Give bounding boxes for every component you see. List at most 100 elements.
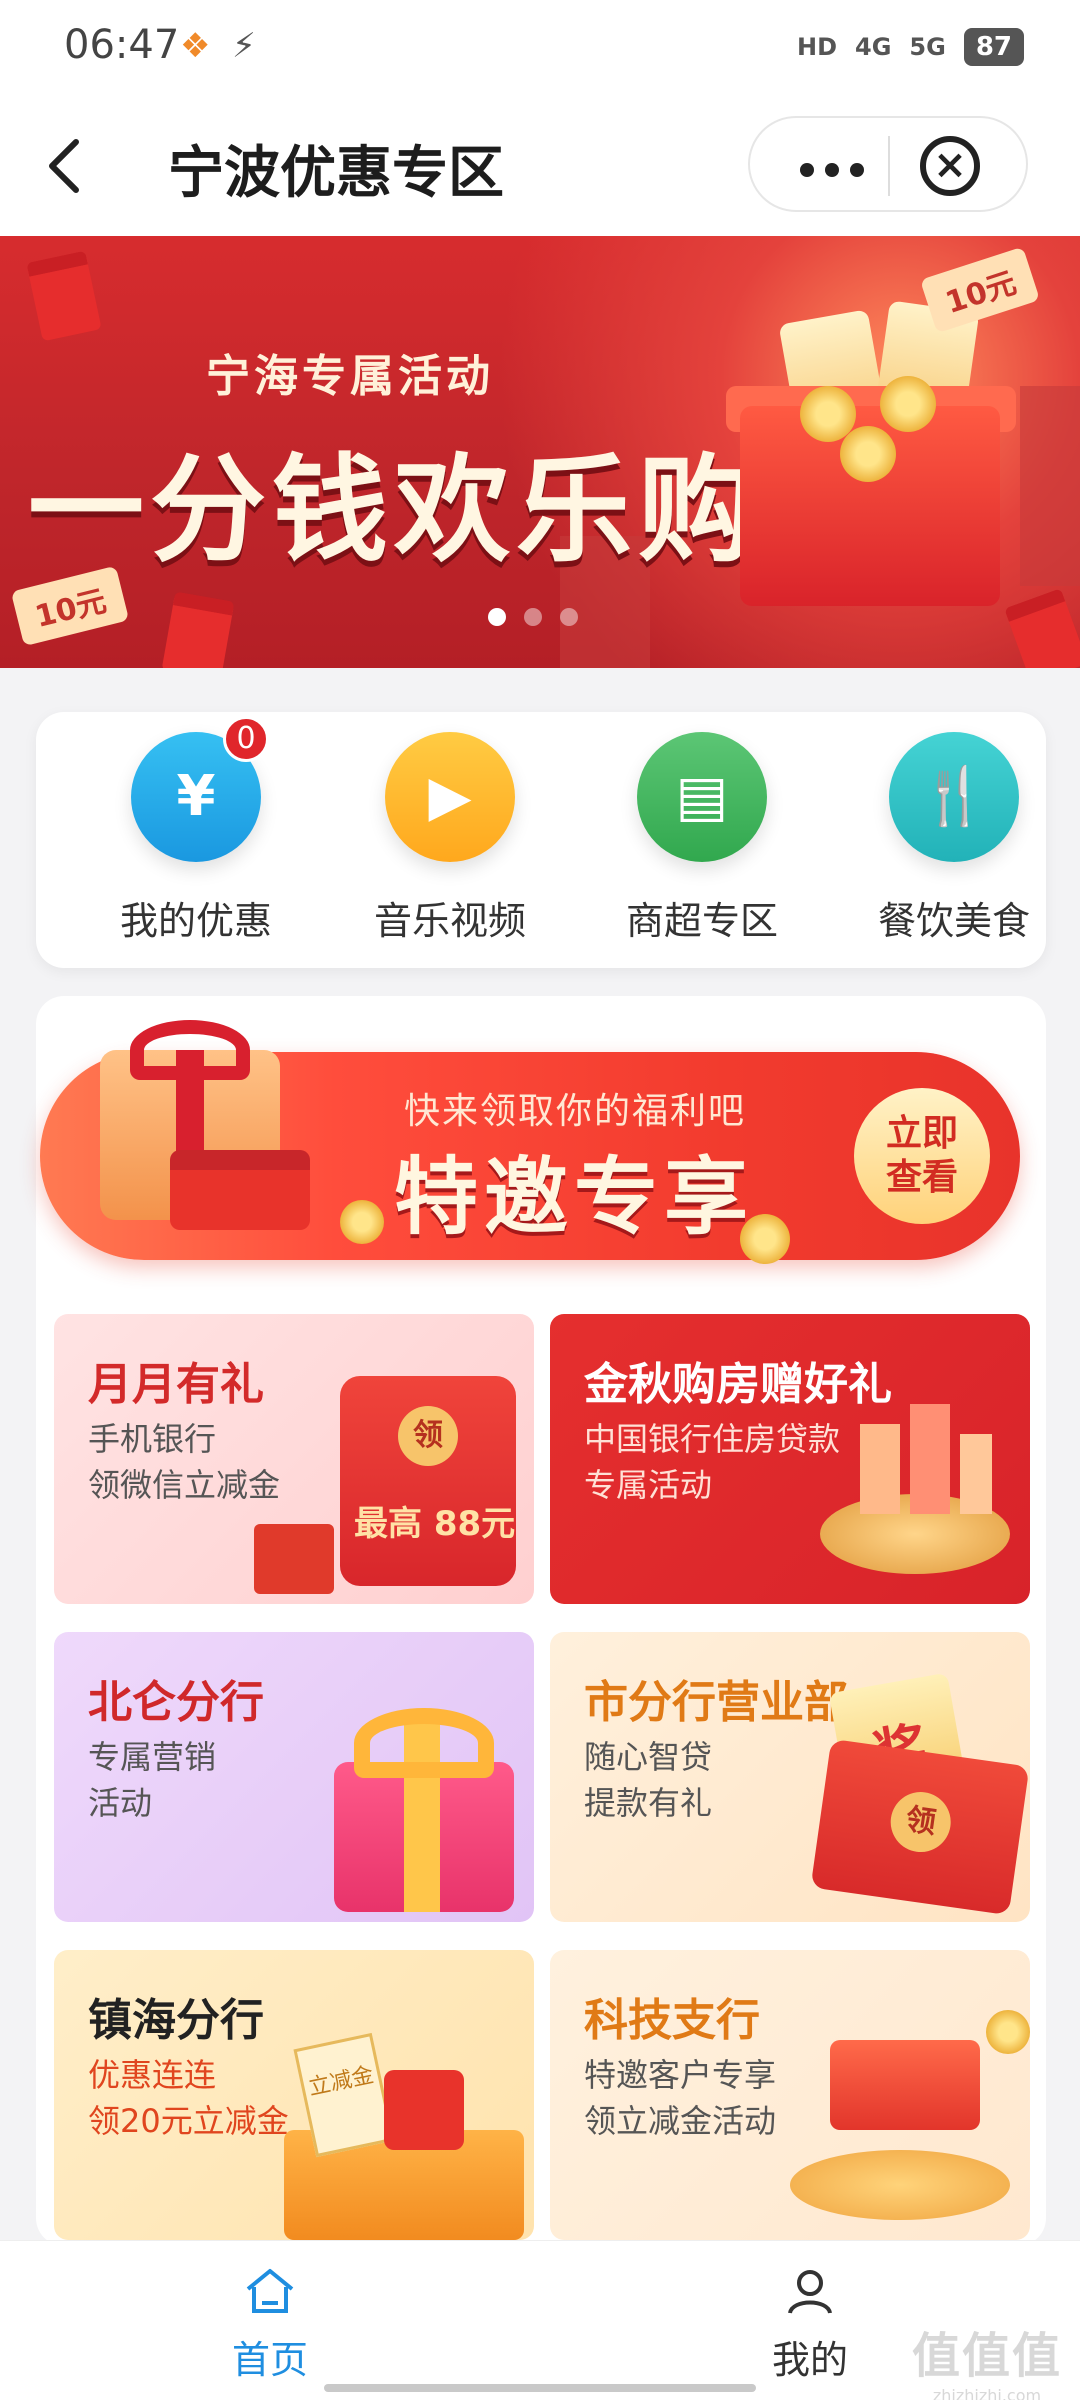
tile-subtitle: 手机银行 [88,1420,217,1458]
nav-item-home[interactable]: 首页 [170,2263,370,2384]
back-button[interactable] [44,126,104,206]
red-envelope-decoration: 领 [810,1738,1030,1916]
red-envelope-decoration [170,1150,310,1230]
pagination-dot [488,608,506,626]
fork-symbol: 🍴 [919,764,989,829]
status-time: 06:47 [64,22,180,68]
pagination-dot [524,608,542,626]
site-watermark: 值值值 zhizhizhi.com [912,2316,1062,2400]
view-now-label: 查看 [885,1157,958,1198]
category-dining[interactable]: 🍴 餐饮美食 [854,732,1054,945]
tile-title: 金秋购房赠好礼 [584,1359,892,1410]
invite-title: 特邀专享 [394,1148,755,1246]
view-now-label: 立即 [885,1113,958,1154]
tile-title: 镇海分行 [88,1995,264,2046]
red-envelope-decoration [26,250,102,342]
close-button[interactable]: × [920,136,980,196]
tile-subtitle: 领微信立减金 [88,1466,281,1504]
tile-subtitle: 随心智贷 [584,1738,713,1776]
claim-icon: 领 [398,1406,458,1466]
tile-title: 北仑分行 [88,1677,264,1728]
gesture-home-bar[interactable] [324,2384,756,2392]
category-my-offers[interactable]: ¥ 0 我的优惠 [96,716,296,945]
store-symbol: ▤ [675,764,729,829]
banner-headline: 一分钱欢乐购 [28,443,760,578]
coin-decoration [340,1200,384,1244]
ticket-yuan-icon: ¥ 0 [131,716,269,862]
promo-tile-monthly-gift[interactable]: 月月有礼 手机银行 领微信立减金 领 最高 88元 [54,1314,534,1604]
coin-decoration [986,2010,1030,2054]
building-decoration [860,1424,900,1514]
tile-title: 科技支行 [584,1995,760,2046]
chevron-left-icon [49,139,79,193]
category-label: 餐饮美食 [877,899,1030,943]
ten-yuan-tag: 10元 [919,246,1040,334]
category-label: 商超专区 [625,899,778,943]
coin-decoration [740,1214,790,1264]
banner-subtitle: 宁海专属活动 [206,351,494,402]
red-envelope-decoration: 领 最高 88元 [340,1376,516,1586]
view-now-button[interactable]: 立即 查看 [854,1088,990,1224]
category-music-video[interactable]: ▶ 音乐视频 [350,732,550,945]
promo-tile-zhenhai-branch[interactable]: 镇海分行 优惠连连 领20元立减金 立减金 [54,1950,534,2240]
promo-banner[interactable]: 宁海专属活动 一分钱欢乐购 10元 10元 [0,236,1080,668]
hd-icon: HD [796,33,837,61]
gift-box-decoration [830,2040,980,2130]
tile-subtitle: 专属活动 [584,1466,713,1504]
nav-label: 我的 [771,2338,848,2382]
category-label: 我的优惠 [119,899,272,943]
tile-title: 月月有礼 [88,1359,264,1410]
tile-title: 市分行营业部 [584,1677,848,1728]
banner-pagination [488,608,578,626]
tile-subtitle: 专属营销 [88,1738,217,1776]
tile-subtitle: 领立减金活动 [584,2102,777,2140]
signal-4g-icon: 4G [855,33,892,61]
battery-icon: 87 [963,28,1024,66]
capsule-divider [888,136,890,196]
close-icon: × [933,142,967,188]
promo-tile-city-branch[interactable]: 市分行营业部 随心智贷 提款有礼 奖 领 [550,1632,1030,1922]
promo-tile-home-purchase[interactable]: 金秋购房赠好礼 中国银行住房贷款 专属活动 [550,1314,1030,1604]
tile-subtitle: 领20元立减金 [88,2102,289,2140]
tile-subtitle: 优惠连连 [88,2056,217,2094]
tile-subtitle: 特邀客户专享 [584,2056,777,2094]
max-amount-text: 最高 88元 [354,1504,516,1544]
red-envelope-decoration [1004,588,1080,668]
mini-program-capsule: × [748,116,1028,212]
category-label: 音乐视频 [373,899,526,943]
nav-item-mine[interactable]: 我的 [710,2263,910,2384]
page-title: 宁波优惠专区 [168,141,504,206]
fork-spoon-icon: 🍴 [889,732,1019,862]
signal-5g-icon: 5G [909,33,946,61]
user-icon [788,2270,832,2314]
building-decoration [1020,386,1080,586]
more-dots-icon [800,163,864,177]
claim-icon: 领 [886,1788,955,1856]
platform-decoration [790,2150,1010,2220]
pagination-dot [560,608,578,626]
promo-tile-tech-branch[interactable]: 科技支行 特邀客户专享 领立减金活动 [550,1950,1030,2240]
watermark-logo: 值值值 [911,2328,1062,2384]
offers-count-badge: 0 [223,716,269,762]
coin-decoration [840,426,896,482]
status-indicators: HD 4G 5G 87 [797,28,1024,66]
red-envelope-decoration [161,591,235,668]
coin-decoration [880,376,936,432]
gift-bow-decoration [354,1708,494,1778]
status-bar: 06:47 ❖ ⚡ HD 4G 5G 87 [0,0,1080,96]
more-button[interactable] [792,136,872,196]
promo-tile-beilun-branch[interactable]: 北仑分行 专属营销 活动 [54,1632,534,1922]
charging-icon: ⚡ [232,26,256,66]
store-icon: ▤ [637,732,767,862]
category-card: ¥ 0 我的优惠 ▶ 音乐视频 ▤ 商超专区 🍴 餐饮美食 [36,712,1046,968]
app-header: 宁波优惠专区 × [0,96,1080,236]
building-decoration [910,1404,950,1514]
building-decoration [960,1434,992,1514]
app-notification-icon: ❖ [180,26,211,66]
watermark-url: zhizhizhi.com [932,2386,1042,2400]
tile-subtitle: 中国银行住房贷款 [584,1420,841,1458]
red-envelope-decoration [384,2070,464,2150]
gift-decoration [254,1524,334,1594]
category-supermarket[interactable]: ▤ 商超专区 [602,732,802,945]
play-icon: ▶ [385,732,515,862]
